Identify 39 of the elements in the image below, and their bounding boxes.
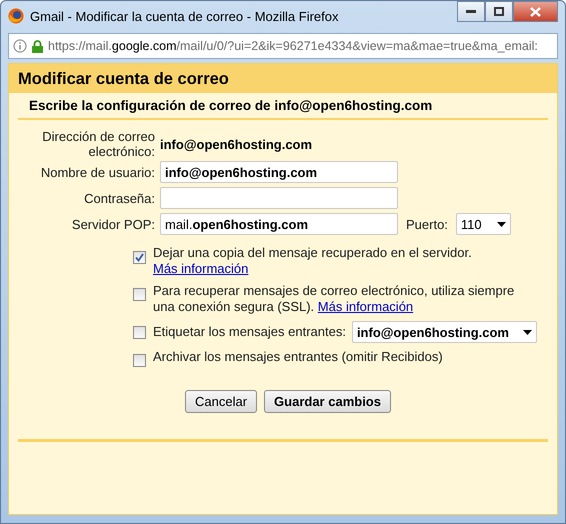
port-label: Puerto: [406, 216, 448, 232]
option-label: Archivar los mensajes entrantes (omitir Recibidos) [153, 349, 444, 365]
checkbox[interactable] [133, 354, 146, 367]
maximize-button[interactable] [485, 1, 513, 22]
minimize-icon [466, 10, 476, 14]
field-label: Servidor POP: [70, 216, 155, 232]
more-info-link[interactable]: Más información [318, 299, 414, 314]
dropdown-caret-icon [522, 330, 532, 334]
firefox-logo-icon [8, 8, 24, 24]
checkbox[interactable] [133, 251, 146, 264]
port-select[interactable]: 110 [456, 213, 511, 235]
text-field[interactable]: info@open6hosting.com [160, 161, 398, 183]
window-title: Gmail - Modificar la cuenta de correo - Mozilla Firefox [30, 8, 340, 24]
server-field[interactable]: mail.open6hosting.com [160, 213, 398, 235]
option-label: Para recuperar mensajes de correo electrónico, utiliza siempre una conexión segura (SSL). Más información [153, 283, 516, 315]
field-label: Dirección de correo electrónico: [41, 129, 155, 159]
dialog-title: Modificar cuenta de correo [18, 70, 230, 89]
field-label: Nombre de usuario: [40, 164, 155, 180]
more-info-link[interactable]: Más información [153, 261, 248, 276]
close-button[interactable] [513, 1, 558, 22]
text-field[interactable] [160, 187, 398, 209]
checkbox[interactable] [133, 326, 146, 339]
label-select[interactable]: info@open6hosting.com [352, 321, 537, 343]
option-label: Etiquetar los mensajes entrantes: [153, 324, 346, 340]
maximize-icon [494, 7, 504, 16]
dropdown-caret-icon [496, 222, 506, 226]
email-address: info@open6hosting.com [160, 136, 314, 152]
minimize-button[interactable] [457, 1, 485, 22]
field-label: Contraseña: [83, 190, 155, 206]
cancel-button[interactable]: Cancelar [185, 390, 258, 413]
padlock-icon[interactable] [32, 40, 43, 52]
url-text: https://mail.google.com/mail/u/0/?ui=2&ik=96271e4334&view=ma&mae=true&ma_email: [48, 39, 538, 53]
info-icon[interactable] [13, 39, 27, 53]
option-label: Dejar una copia del mensaje recuperado en el servidor. Más información [153, 245, 473, 277]
close-icon [530, 6, 541, 16]
save-button[interactable]: Guardar cambios [264, 390, 391, 413]
address-bar[interactable]: https://mail.google.com/mail/u/0/?ui=2&ik=96271e4334&view=ma&mae=true&ma_email: [8, 33, 558, 59]
checkbox[interactable] [133, 288, 146, 301]
dialog-subtitle: Escribe la configuración de correo de info@open6hosting.com [18, 93, 548, 120]
